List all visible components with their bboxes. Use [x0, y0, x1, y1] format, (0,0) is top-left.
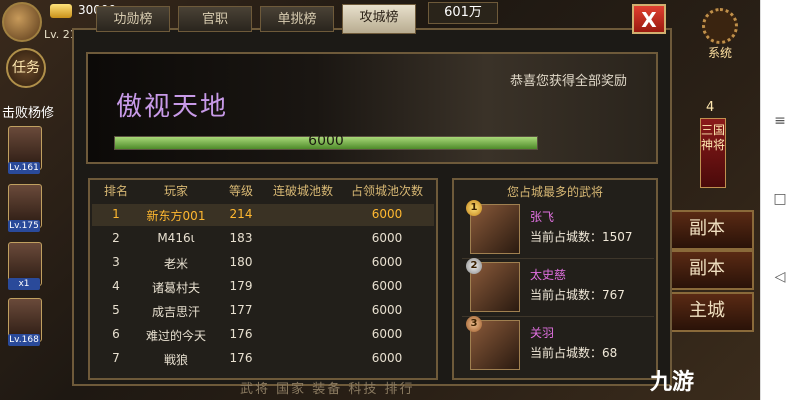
- gold-ingot-icon: [50, 4, 72, 18]
- table-cell-player: 戦狼: [163, 353, 188, 367]
- main-city-button[interactable]: 主城: [660, 292, 754, 332]
- table-cell-captures: 6000: [371, 327, 403, 341]
- table-cell-rank: 4: [112, 279, 120, 293]
- hero-level-4: Lv.168: [8, 334, 40, 346]
- bottom-nav: 武将 国家 装备 科技 排行: [240, 382, 415, 397]
- gear-icon: [702, 8, 738, 44]
- table-cell-rank: 5: [112, 303, 120, 317]
- table-row[interactable]: 4 诸葛村夫 179 6000: [92, 276, 434, 298]
- table-cell-player: 老米: [163, 257, 188, 271]
- general-row[interactable]: 1 张飞 当前占城数：1507: [462, 200, 654, 259]
- player-avatar[interactable]: [2, 2, 42, 42]
- table-cell-level: 176: [229, 327, 253, 341]
- system-button[interactable]: 系统: [696, 8, 744, 60]
- table-cell-captures: 6000: [371, 207, 403, 221]
- header-captures: 占领城池次数: [350, 184, 423, 198]
- task-button[interactable]: 任务: [6, 48, 46, 88]
- table-cell-rank: 1: [112, 207, 120, 221]
- table-cell-level: 179: [229, 279, 253, 293]
- table-cell-level: 176: [229, 351, 253, 365]
- header-level: 等级: [228, 184, 253, 198]
- general-row[interactable]: 2 太史慈 当前占城数：767: [462, 258, 654, 317]
- table-cell-rank: 2: [112, 231, 120, 245]
- hero-level-1: Lv.161: [8, 162, 40, 174]
- general-name: 关羽: [530, 326, 555, 340]
- general-name: 太史慈: [530, 268, 567, 282]
- badge-number: 4: [706, 100, 715, 115]
- money-display: 601万: [428, 2, 498, 24]
- general-name: 张飞: [530, 210, 555, 224]
- system-label: 系统: [707, 46, 732, 60]
- table-row[interactable]: 2 M416ι 183 6000: [92, 228, 434, 250]
- header-player: 玩家: [163, 184, 188, 198]
- dungeon-button-2[interactable]: 副本: [660, 250, 754, 290]
- tab-office[interactable]: 官职: [178, 6, 252, 32]
- general-count: 当前占城数：68: [530, 346, 618, 360]
- hero-level-3: x1: [8, 278, 40, 290]
- bronze-medal-icon: 3: [466, 316, 482, 332]
- table-cell-player: 新东方001: [146, 209, 206, 223]
- dungeon-button-1[interactable]: 副本: [660, 210, 754, 250]
- task-status: 击败杨修: [2, 106, 55, 121]
- table-cell-rank: 6: [112, 327, 120, 341]
- sanguo-label: 三国神将: [701, 123, 726, 152]
- header-streak: 连破城池数: [272, 184, 333, 198]
- close-button[interactable]: X: [632, 4, 666, 34]
- table-cell-player: M416ι: [157, 231, 195, 245]
- table-cell-rank: 7: [112, 351, 120, 365]
- tab-merit[interactable]: 功勋榜: [96, 6, 170, 32]
- table-row[interactable]: 1 新东方001 214 6000: [92, 204, 434, 226]
- table-cell-rank: 3: [112, 255, 120, 269]
- header-rank: 排名: [103, 184, 128, 198]
- general-count: 当前占城数：767: [530, 288, 625, 302]
- progress-text: 6000: [308, 133, 344, 149]
- table-row[interactable]: 7 戦狼 176 6000: [92, 348, 434, 370]
- menu-icon[interactable]: ≡: [771, 112, 789, 130]
- hero-level-2: Lv.175: [8, 220, 40, 232]
- task-button-label: 任务: [12, 60, 40, 76]
- top-generals-title: 您占城最多的武将: [506, 185, 603, 199]
- banner-title: 傲视天地: [116, 92, 229, 122]
- table-cell-player: 诸葛村夫: [151, 281, 200, 295]
- general-count: 当前占城数：1507: [530, 230, 633, 244]
- tab-siege[interactable]: 攻城榜: [342, 4, 416, 34]
- banner-message: 恭喜您获得全部奖励: [510, 74, 628, 89]
- table-cell-captures: 6000: [371, 279, 403, 293]
- table-cell-level: 183: [229, 231, 253, 245]
- gold-medal-icon: 1: [466, 200, 482, 216]
- table-cell-player: 成吉思汗: [151, 305, 200, 319]
- table-cell-captures: 6000: [371, 351, 403, 365]
- table-cell-captures: 6000: [371, 255, 403, 269]
- table-cell-level: 180: [229, 255, 253, 269]
- table-cell-player: 难过的今天: [145, 329, 206, 343]
- silver-medal-icon: 2: [466, 258, 482, 274]
- home-icon[interactable]: □: [771, 190, 789, 208]
- table-cell-captures: 6000: [371, 231, 403, 245]
- general-row[interactable]: 3 关羽 当前占城数：68: [462, 316, 654, 374]
- watermark-logo: 九游: [650, 370, 695, 395]
- table-cell-level: 177: [229, 303, 253, 317]
- sanguo-shenjiang-button[interactable]: 三国神将: [700, 118, 726, 188]
- table-row[interactable]: 5 成吉思汗 177 6000: [92, 300, 434, 322]
- table-cell-captures: 6000: [371, 303, 403, 317]
- tab-duel[interactable]: 单挑榜: [260, 6, 334, 32]
- table-cell-level: 214: [229, 207, 253, 221]
- back-icon[interactable]: ◁: [771, 268, 789, 286]
- table-row[interactable]: 3 老米 180 6000: [92, 252, 434, 274]
- table-row[interactable]: 6 难过的今天 176 6000: [92, 324, 434, 346]
